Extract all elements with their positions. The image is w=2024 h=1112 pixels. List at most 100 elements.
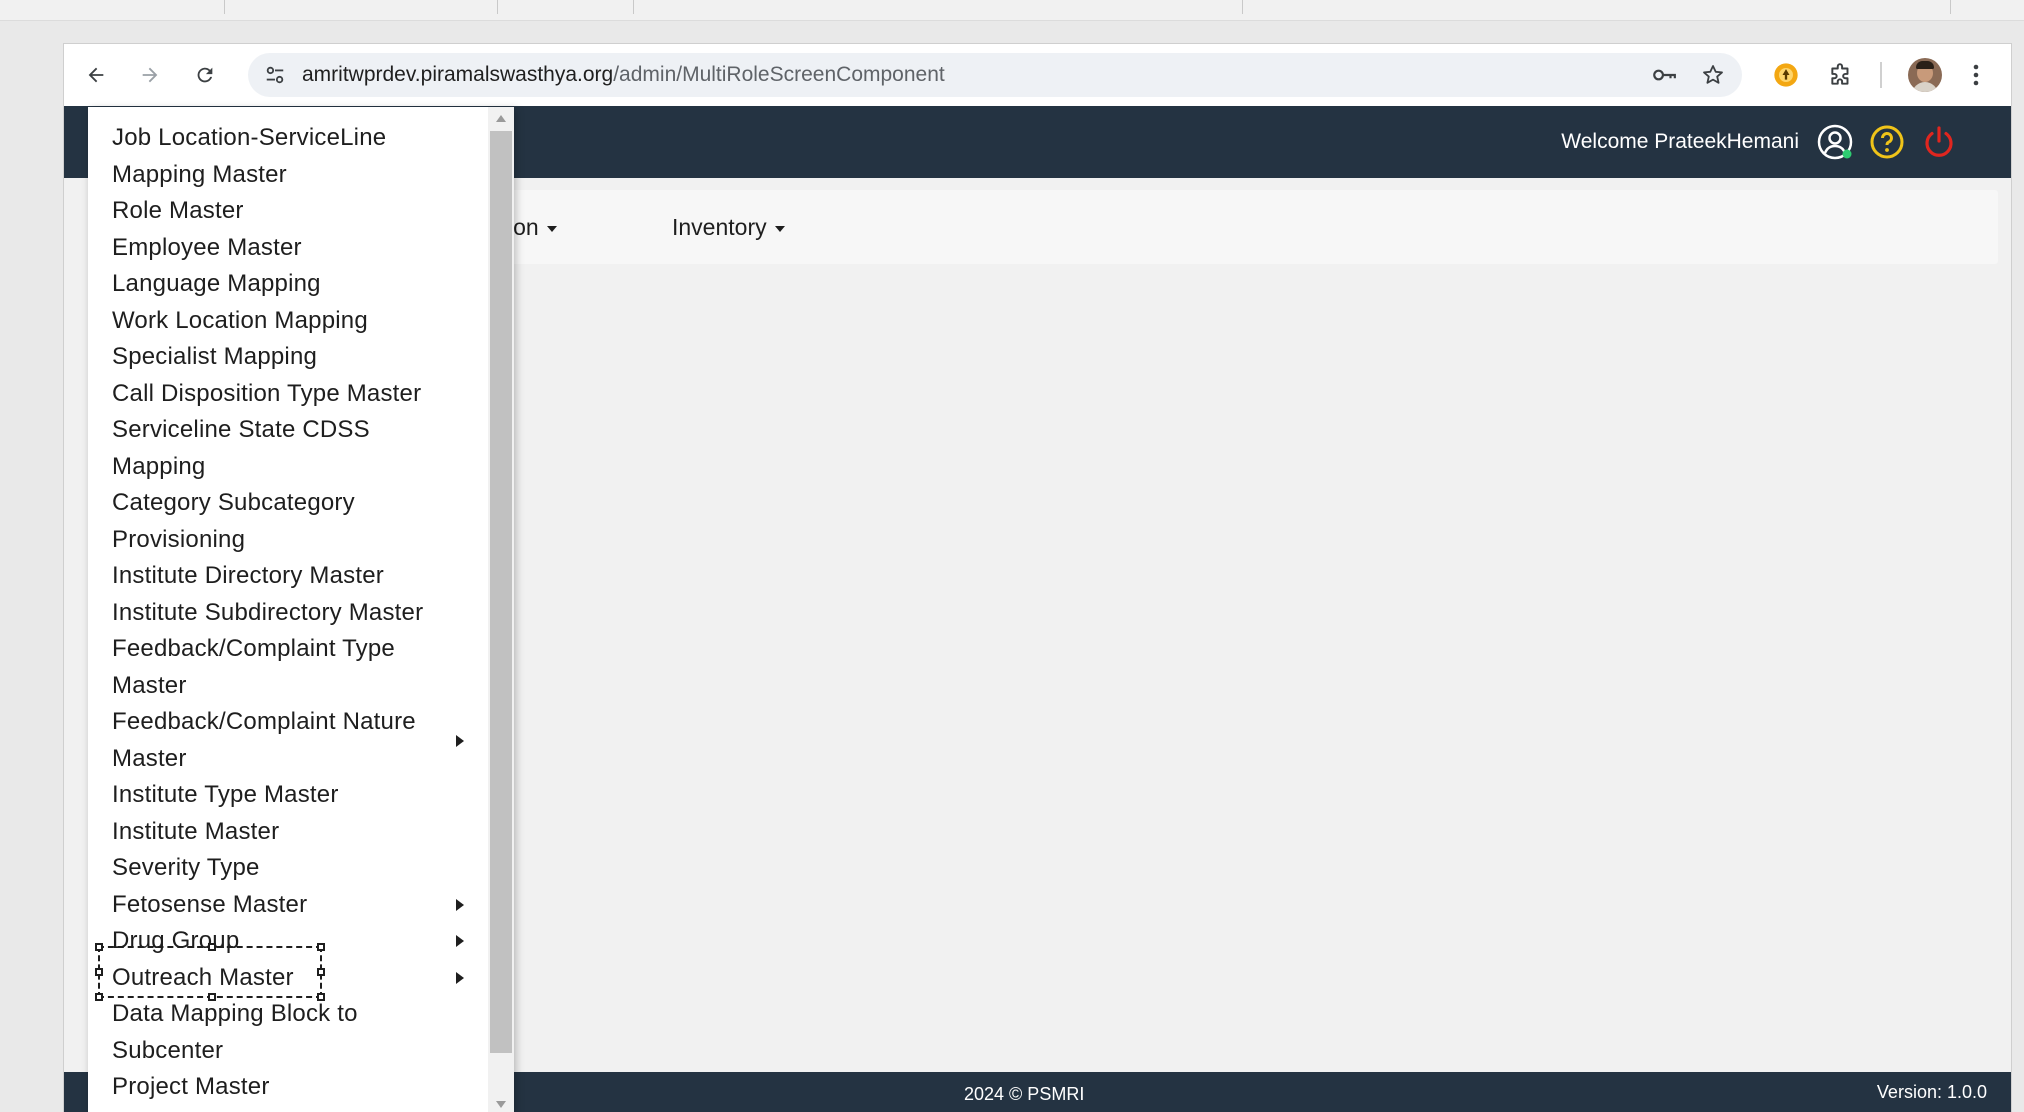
dropdown-item-label: Outreach Master xyxy=(112,963,294,991)
dropdown-item[interactable]: Institute Master xyxy=(88,814,488,851)
power-icon xyxy=(1925,126,1953,157)
browser-menu-button[interactable] xyxy=(1959,58,1993,92)
help-icon xyxy=(1870,125,1904,159)
dropdown-item-label: Institute Master xyxy=(112,817,280,845)
masters-dropdown-menu: Job Location-ServiceLine Mapping Master Ro… xyxy=(88,107,514,1112)
dropdown-item[interactable]: Serviceline State CDSS Mapping xyxy=(88,412,488,485)
tab-separator xyxy=(1242,0,1243,14)
reload-button[interactable] xyxy=(188,58,222,92)
caret-down-icon xyxy=(546,225,557,232)
dropdown-item-label: Specialist Mapping xyxy=(112,343,318,370)
dropdown-item-label: Employee Master xyxy=(112,233,302,261)
dropdown-item-label: Serviceline State CDSS xyxy=(112,416,370,443)
reload-icon xyxy=(197,67,213,83)
copyright-text: 2024 © PSMRI xyxy=(964,1084,1085,1104)
tab-separator xyxy=(224,0,225,14)
avatar-body xyxy=(1912,82,1938,92)
dropdown-item-label: Master xyxy=(112,671,187,699)
user-circle-icon xyxy=(1817,124,1853,160)
dropdown-item-label: Language Mapping xyxy=(112,270,321,297)
key-icon xyxy=(1653,69,1676,81)
caret-down-icon xyxy=(774,225,785,232)
dropdown-item[interactable]: Institute Directory Master xyxy=(88,558,488,595)
logout-button[interactable] xyxy=(1920,123,1958,161)
menu-item-label: Inventory xyxy=(672,214,767,240)
back-button[interactable] xyxy=(79,58,113,92)
url-text[interactable]: amritwprdev.piramalswasthya.org/admin/Mu… xyxy=(302,53,945,97)
forward-button[interactable] xyxy=(133,58,167,92)
help-button[interactable] xyxy=(1868,123,1906,161)
toolbar-divider xyxy=(1880,62,1882,88)
dropdown-item-label: Mapping Master xyxy=(112,160,287,188)
arrow-left-icon xyxy=(88,67,104,83)
dropdown-item-label: Severity Type xyxy=(112,854,260,881)
dropdown-item-label: Project Master xyxy=(112,1073,270,1100)
dropdown-item[interactable]: Call Disposition Type Master xyxy=(88,376,488,413)
avatar-hair xyxy=(1916,61,1934,69)
extensions-button[interactable] xyxy=(1824,58,1858,92)
dropdown-item-label: Category Subcategory xyxy=(112,489,355,516)
dropdown-item-label: Job Location-ServiceLine xyxy=(112,124,387,151)
dropdown-item-list: Job Location-ServiceLine Mapping Master Ro… xyxy=(88,120,488,1106)
dropdown-item[interactable]: Project Master xyxy=(88,1069,488,1106)
dropdown-item[interactable]: Category Subcategory Provisioning xyxy=(88,485,488,558)
tab-strip xyxy=(0,0,2024,21)
dropdown-item[interactable]: Institute Type Master xyxy=(88,777,488,814)
dropdown-item-label: Institute Type Master xyxy=(112,781,339,808)
dropdown-item-label: Work Location Mapping xyxy=(112,306,368,334)
dropdown-item-label: Master xyxy=(112,744,187,772)
dropdown-item[interactable]: Fetosense Master xyxy=(88,887,488,924)
url-path: /admin/MultiRoleScreenComponent xyxy=(613,63,945,86)
star-icon xyxy=(1703,65,1723,84)
arrow-right-icon xyxy=(142,67,158,83)
tab-separator xyxy=(497,0,498,14)
caret-right-icon xyxy=(456,935,464,948)
tune-icon xyxy=(266,66,284,84)
dropdown-item[interactable]: Job Location-ServiceLine Mapping Master xyxy=(88,120,488,193)
site-info-button[interactable] xyxy=(262,62,288,88)
menu-item-inventory[interactable]: Inventory xyxy=(672,190,785,264)
dropdown-item[interactable]: Outreach Master xyxy=(88,960,488,997)
dropdown-item-label: Mapping xyxy=(112,452,206,480)
dropdown-item-label: Role Master xyxy=(112,197,244,224)
dropdown-item[interactable]: Feedback/Complaint Nature Master xyxy=(88,704,488,777)
caret-right-icon xyxy=(456,734,464,747)
dropdown-item-label: Institute Subdirectory Master xyxy=(112,598,424,626)
dropdown-item[interactable]: Language Mapping xyxy=(88,266,488,303)
dropdown-item-label: Data Mapping Block to xyxy=(112,1000,358,1027)
dropdown-item[interactable]: Work Location Mapping xyxy=(88,303,488,340)
scrollbar-thumb[interactable] xyxy=(490,131,512,1053)
profile-button[interactable] xyxy=(1816,123,1854,161)
dropdown-item-label: Drug Group xyxy=(112,927,240,954)
tab-separator xyxy=(633,0,634,14)
dropdown-item-label: Provisioning xyxy=(112,525,246,553)
dropdown-item-label: Call Disposition Type Master xyxy=(112,379,422,407)
menu-item-configuration[interactable]: ion xyxy=(508,190,557,264)
welcome-text: Welcome PrateekHemani xyxy=(1561,130,1799,153)
scroll-down-arrow-icon[interactable] xyxy=(496,1101,506,1108)
dropdown-scrollbar[interactable] xyxy=(488,107,514,1112)
url-host: amritwprdev.piramalswasthya.org xyxy=(302,63,614,86)
dropdown-item-label: Feedback/Complaint Type xyxy=(112,635,395,662)
dropdown-item[interactable]: Employee Master xyxy=(88,230,488,267)
dropdown-item-label: Institute Directory Master xyxy=(112,562,384,589)
scroll-up-arrow-icon[interactable] xyxy=(496,115,506,122)
dropdown-item[interactable]: Role Master xyxy=(88,193,488,230)
dropdown-item[interactable]: Data Mapping Block to Subcenter xyxy=(88,996,488,1069)
address-bar[interactable]: amritwprdev.piramalswasthya.org/admin/Mu… xyxy=(248,53,1742,97)
caret-right-icon xyxy=(456,898,464,911)
dropdown-item[interactable]: Severity Type xyxy=(88,850,488,887)
dropdown-item[interactable]: Drug Group xyxy=(88,923,488,960)
extension-badge-icon xyxy=(1774,63,1798,87)
dropdown-item-label: Feedback/Complaint Nature xyxy=(112,708,416,735)
browser-toolbar: amritwprdev.piramalswasthya.org/admin/Mu… xyxy=(64,44,2011,106)
dropdown-item[interactable]: Specialist Mapping xyxy=(88,339,488,376)
dropdown-item[interactable]: Feedback/Complaint Type Master xyxy=(88,631,488,704)
extension-ai-button[interactable] xyxy=(1769,58,1803,92)
dropdown-item-label: Subcenter xyxy=(112,1036,224,1064)
bookmark-button[interactable] xyxy=(1700,62,1726,88)
profile-avatar[interactable] xyxy=(1908,58,1942,92)
dropdown-item[interactable]: Institute Subdirectory Master xyxy=(88,595,488,632)
password-manager-button[interactable] xyxy=(1651,62,1677,88)
vertical-dots-icon xyxy=(1973,64,1979,86)
